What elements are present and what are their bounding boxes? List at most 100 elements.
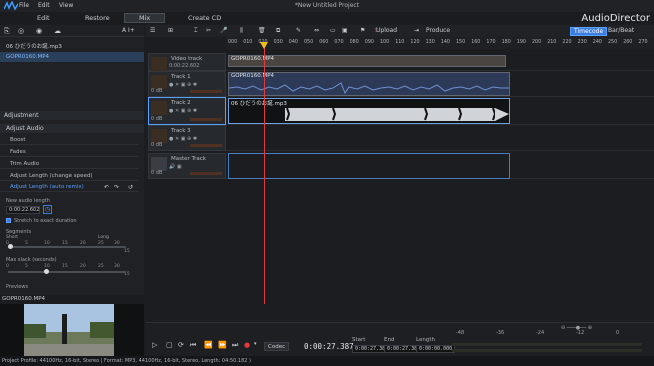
waveform bbox=[229, 82, 509, 95]
rewind-icon[interactable]: ⏪ bbox=[204, 341, 213, 349]
track-thumbnail bbox=[151, 157, 167, 171]
volume-slider[interactable] bbox=[190, 172, 222, 175]
track-controls[interactable]: ● ✕ ▣ ⊕ ✱ bbox=[169, 136, 197, 142]
record-button-icon[interactable]: ● bbox=[244, 341, 250, 349]
delete-icon[interactable]: 🗑 bbox=[258, 27, 266, 34]
undo-icon[interactable]: ↶ bbox=[104, 184, 109, 191]
mode-tab-edit[interactable]: Edit bbox=[37, 14, 50, 22]
next-icon[interactable]: ⏭ bbox=[232, 341, 238, 350]
volume-slider[interactable] bbox=[190, 118, 222, 121]
prev-icon[interactable]: ⏮ bbox=[190, 341, 196, 350]
track-controls[interactable]: ● ✕ ▣ ⊕ ✱ bbox=[169, 82, 197, 88]
max-slack-slider[interactable] bbox=[8, 269, 126, 274]
lane-3 bbox=[226, 125, 654, 151]
track-header-video[interactable]: Video track 0:00:22.602 bbox=[148, 53, 226, 71]
ruler-tick: 030 bbox=[273, 40, 283, 45]
library-toolbar: ⎘ ◎ ◉ ☁ A I+ bbox=[0, 25, 144, 37]
bar-beat-button[interactable]: Bar/Beat bbox=[608, 27, 634, 34]
playhead[interactable] bbox=[264, 42, 265, 304]
row-trim-audio[interactable]: Trim Audio bbox=[0, 160, 138, 169]
lane-2: 06 ひだうのお誕.mp3 bbox=[226, 97, 654, 125]
copy-icon[interactable]: ⧉ bbox=[276, 27, 280, 35]
loop-icon[interactable]: ⟳ bbox=[178, 341, 184, 349]
stretch-checkbox[interactable] bbox=[6, 218, 11, 223]
scale-tick: 5 bbox=[25, 241, 28, 246]
timeline-ruler[interactable]: 0000100200300400500600700800901001101201… bbox=[226, 37, 654, 49]
upload-button[interactable]: Upload bbox=[376, 27, 397, 34]
master-region[interactable] bbox=[228, 153, 510, 179]
track-controls[interactable]: ● ✕ ▣ ⊕ ✱ bbox=[169, 108, 197, 114]
stop-icon[interactable]: ▢ bbox=[166, 341, 173, 349]
produce-button[interactable]: Produce bbox=[426, 27, 450, 34]
audio-clip-track1[interactable]: GOPR0160.MP4 bbox=[228, 72, 510, 96]
split-icon[interactable]: ⫼ bbox=[240, 27, 243, 35]
track-controls[interactable]: 🔊 ▣ bbox=[169, 164, 182, 170]
track-header-3[interactable]: Track 3 ● ✕ ▣ ⊕ ✱ 0 dB bbox=[148, 125, 226, 151]
media-item-mp4[interactable]: GOPR0160.MP4 bbox=[0, 52, 144, 62]
ruler-tick: 150 bbox=[456, 40, 466, 45]
forward-icon[interactable]: ⏩ bbox=[218, 341, 227, 349]
volume-slider[interactable] bbox=[190, 90, 222, 93]
media-item-mp3[interactable]: 06 ひだうのお誕.mp3 bbox=[0, 42, 144, 52]
ruler-tick: 050 bbox=[304, 40, 314, 45]
row-boost[interactable]: Boost bbox=[0, 136, 138, 145]
track-header-master[interactable]: Master Track 🔊 ▣ 0 dB bbox=[148, 153, 226, 179]
record-dropdown-icon[interactable]: ▾ bbox=[254, 341, 257, 347]
segments-slider[interactable] bbox=[8, 244, 126, 249]
track-header-1[interactable]: Track 1 ● ✕ ▣ ⊕ ✱ 0 dB bbox=[148, 71, 226, 97]
trim-icon[interactable]: ⌶ bbox=[194, 27, 198, 35]
adjust-audio-header[interactable]: Adjust Audio bbox=[0, 124, 144, 133]
audio-clip-track2[interactable]: 06 ひだうのお誕.mp3 bbox=[228, 98, 510, 124]
length-field[interactable]: 0:00:00.000 bbox=[416, 345, 456, 353]
redo-icon[interactable]: ↷ bbox=[114, 184, 119, 191]
ai-button[interactable]: A I+ bbox=[122, 27, 135, 34]
play-icon[interactable]: ▷ bbox=[152, 341, 157, 349]
record-icon[interactable]: ◎ bbox=[18, 27, 24, 35]
marker-icon[interactable]: ⚑ bbox=[360, 27, 365, 34]
video-preview bbox=[0, 304, 144, 356]
current-time: 0:00:27.387 bbox=[304, 342, 354, 351]
ruler-tick: 120 bbox=[410, 40, 420, 45]
produce-icon[interactable]: ⇥ bbox=[414, 27, 419, 34]
previews-label[interactable]: Previews bbox=[6, 284, 28, 290]
track-name: Track 3 bbox=[171, 128, 191, 134]
zoom-icon[interactable]: ▣ bbox=[342, 27, 348, 34]
mode-tab-restore[interactable]: Restore bbox=[85, 14, 110, 22]
track-header-2[interactable]: Track 2 ● ✕ ▣ ⊕ ✱ 0 dB bbox=[148, 97, 226, 125]
pencil-icon[interactable]: ✎ bbox=[296, 27, 301, 34]
scale-tick: 25 bbox=[98, 264, 104, 269]
mode-tab-create-cd[interactable]: Create CD bbox=[188, 14, 221, 22]
waveform bbox=[285, 107, 509, 121]
reset-icon[interactable]: ↺ bbox=[128, 184, 133, 191]
stretch-icon[interactable]: ⇔ bbox=[314, 27, 319, 34]
toggle-library-icon[interactable]: ☰ bbox=[150, 27, 155, 34]
new-length-field[interactable]: 0:00:22.602 bbox=[6, 206, 40, 214]
clip-label: GOPR0160.MP4 bbox=[231, 56, 275, 62]
snap-icon[interactable]: ⊞ bbox=[168, 27, 173, 34]
clock-icon[interactable]: ◷ bbox=[43, 205, 52, 214]
volume-slider[interactable] bbox=[190, 144, 222, 147]
status-bar: Project Profile: 44100Hz, 16-bit, Stereo… bbox=[0, 356, 654, 366]
scale-tick: 30 bbox=[114, 264, 120, 269]
cloud-icon[interactable]: ☁ bbox=[54, 27, 61, 35]
ruler-tick: 180 bbox=[501, 40, 511, 45]
ruler-tick: 190 bbox=[516, 40, 526, 45]
track-volume: 0 dB bbox=[151, 170, 163, 176]
brand-name: AudioDirector bbox=[581, 13, 650, 24]
codec-select[interactable]: Codec bbox=[264, 342, 290, 351]
cut-icon[interactable]: ✂ bbox=[206, 27, 211, 34]
import-media-icon[interactable]: ⎘ bbox=[4, 27, 10, 36]
mode-bar: Edit Restore Mix Create CD AudioDirector bbox=[0, 12, 654, 24]
max-slack-knob[interactable] bbox=[44, 269, 49, 274]
mode-tab-mix[interactable]: Mix bbox=[124, 13, 166, 23]
track-name: Track 2 bbox=[171, 100, 191, 106]
row-fades[interactable]: Fades bbox=[0, 148, 138, 157]
mic-icon[interactable]: 🎤 bbox=[220, 27, 227, 34]
cd-icon[interactable]: ◉ bbox=[36, 27, 42, 35]
timecode-button[interactable]: Timecode bbox=[570, 27, 608, 36]
row-adjust-length-speed[interactable]: Adjust Length (change speed) bbox=[0, 172, 138, 181]
video-clip[interactable]: GOPR0160.MP4 bbox=[228, 55, 506, 67]
fit-icon[interactable]: ▭ bbox=[330, 27, 336, 34]
track-name: Master Track bbox=[171, 156, 206, 162]
segments-long-label: Long bbox=[98, 235, 109, 240]
